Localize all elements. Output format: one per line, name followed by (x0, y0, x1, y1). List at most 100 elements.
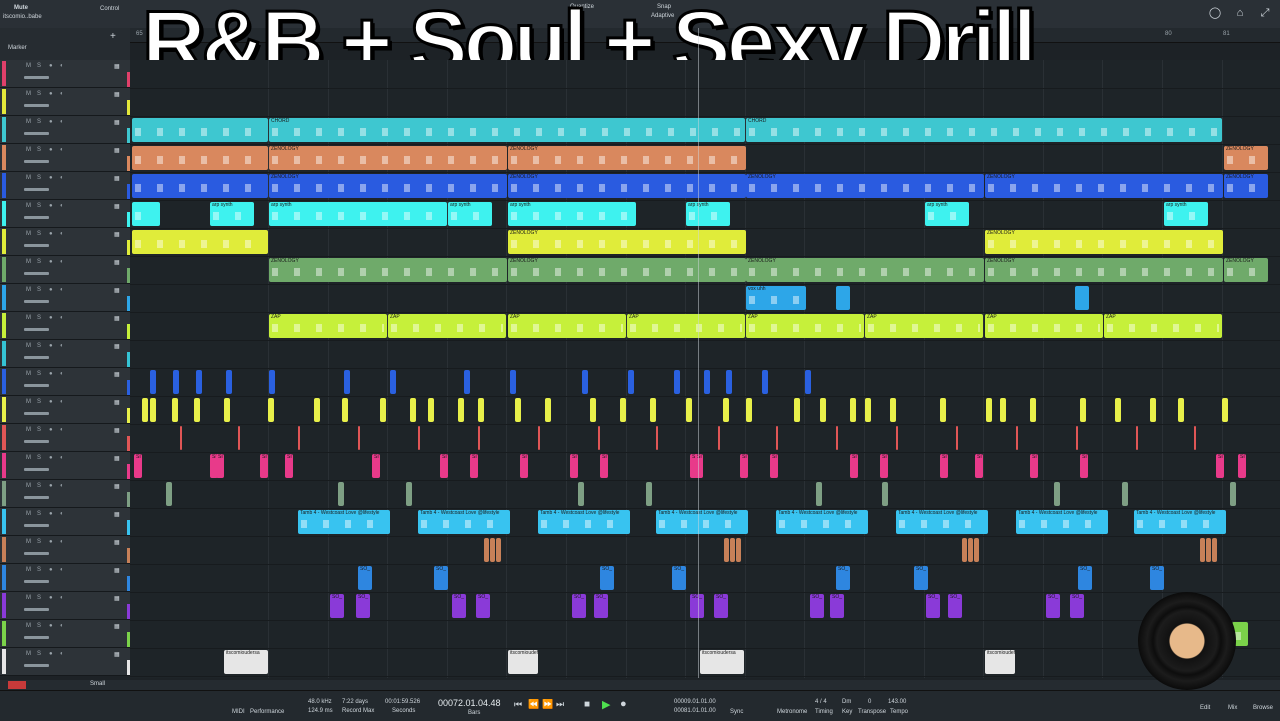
loop-end[interactable]: 00081.01.01.00 (674, 708, 716, 714)
clip[interactable]: SO_ (914, 566, 928, 590)
mute-button[interactable]: M (26, 203, 31, 209)
instrument-icon[interactable]: ▦ (114, 623, 120, 630)
track-lane[interactable] (130, 620, 1280, 649)
clip[interactable]: ZAP (865, 314, 983, 338)
track-lane[interactable] (130, 480, 1280, 509)
solo-button[interactable]: S (37, 623, 41, 629)
solo-button[interactable]: S (37, 315, 41, 321)
solo-button[interactable]: S (37, 91, 41, 97)
volume-fader[interactable] (24, 356, 49, 359)
instrument-icon[interactable]: ▦ (114, 63, 120, 70)
instrument-icon[interactable]: ▦ (114, 315, 120, 322)
record-arm-icon[interactable]: ● (49, 595, 53, 601)
clip[interactable]: SI (695, 454, 703, 478)
clip[interactable] (620, 398, 626, 422)
clip[interactable]: SO_ (926, 594, 940, 618)
monitor-icon[interactable]: ◐ (60, 623, 64, 629)
instrument-icon[interactable]: ▦ (114, 147, 120, 154)
clip[interactable]: SO_ (714, 594, 728, 618)
clip[interactable]: SI (260, 454, 268, 478)
track-lane[interactable] (130, 592, 1280, 621)
midi-record-button[interactable] (8, 681, 26, 689)
mute-button[interactable]: M (26, 287, 31, 293)
clip[interactable] (836, 426, 838, 450)
clip[interactable] (746, 398, 752, 422)
clip[interactable] (736, 538, 741, 562)
monitor-icon[interactable]: ◐ (60, 231, 64, 237)
track-header[interactable]: M S ● ◐ ▦ (0, 564, 130, 592)
track-lane[interactable] (130, 424, 1280, 453)
clip[interactable] (180, 426, 182, 450)
clip[interactable] (723, 398, 729, 422)
clip[interactable] (150, 370, 156, 394)
clip[interactable] (458, 398, 464, 422)
monitor-icon[interactable]: ◐ (60, 63, 64, 69)
solo-button[interactable]: S (37, 147, 41, 153)
mute-button[interactable]: M (26, 63, 31, 69)
monitor-icon[interactable]: ◐ (60, 119, 64, 125)
track-header[interactable]: M S ● ◐ ▦ (0, 60, 130, 88)
clip[interactable] (1136, 426, 1138, 450)
solo-button[interactable]: S (37, 455, 41, 461)
clip[interactable] (380, 398, 386, 422)
track-lane[interactable] (130, 452, 1280, 481)
instrument-icon[interactable]: ▦ (114, 91, 120, 98)
sync-label[interactable]: Sync (730, 709, 743, 715)
clip[interactable] (1080, 398, 1086, 422)
record-arm-icon[interactable]: ● (49, 567, 53, 573)
clip[interactable] (338, 482, 344, 506)
track-lane[interactable] (130, 60, 1280, 89)
position-display[interactable]: 00072.01.04.48 (438, 698, 501, 708)
record-arm-icon[interactable]: ● (49, 91, 53, 97)
clip[interactable]: arp synth (508, 202, 636, 226)
mute-button[interactable]: M (26, 623, 31, 629)
instrument-icon[interactable]: ▦ (114, 455, 120, 462)
track-header[interactable]: M S ● ◐ ▦ (0, 228, 130, 256)
record-arm-icon[interactable]: ● (49, 175, 53, 181)
timing-value[interactable]: 4 / 4 (815, 699, 827, 705)
mute-button[interactable]: M (26, 651, 31, 657)
clip[interactable] (515, 398, 521, 422)
volume-fader[interactable] (24, 104, 49, 107)
monitor-icon[interactable]: ◐ (60, 483, 64, 489)
track-header[interactable]: M S ● ◐ ▦ (0, 424, 130, 452)
end-icon[interactable]: ⏭ (556, 699, 564, 710)
mute-button[interactable]: M (26, 231, 31, 237)
instrument-icon[interactable]: ▦ (114, 595, 120, 602)
volume-fader[interactable] (24, 412, 49, 415)
clip[interactable] (704, 370, 710, 394)
record-arm-icon[interactable]: ● (49, 147, 53, 153)
clip[interactable] (538, 426, 540, 450)
clip[interactable] (794, 398, 800, 422)
volume-fader[interactable] (24, 468, 49, 471)
clip[interactable]: itscomioudersa (700, 650, 744, 674)
clip[interactable]: ZAP (388, 314, 506, 338)
clip[interactable] (226, 370, 232, 394)
track-header[interactable]: M S ● ◐ ▦ (0, 172, 130, 200)
instrument-icon[interactable]: ▦ (114, 231, 120, 238)
monitor-icon[interactable]: ◐ (60, 595, 64, 601)
mute-button[interactable]: M (26, 455, 31, 461)
transpose-value[interactable]: 0 (868, 699, 871, 705)
monitor-icon[interactable]: ◐ (60, 91, 64, 97)
solo-button[interactable]: S (37, 175, 41, 181)
monitor-icon[interactable]: ◐ (60, 511, 64, 517)
clip[interactable] (762, 370, 768, 394)
record-arm-icon[interactable]: ● (49, 427, 53, 433)
volume-fader[interactable] (24, 76, 49, 79)
clip[interactable] (956, 426, 958, 450)
clip[interactable]: SI (600, 454, 608, 478)
clip[interactable] (726, 370, 732, 394)
edit-button[interactable]: Edit (1200, 705, 1210, 711)
clip[interactable] (132, 146, 268, 170)
clip[interactable] (490, 538, 495, 562)
clip[interactable] (686, 398, 692, 422)
mute-button[interactable]: M (26, 595, 31, 601)
clip[interactable]: Tamb 4 - Westcoast Love @lifestyle (896, 510, 988, 534)
clip[interactable]: SO_ (1078, 566, 1092, 590)
clip[interactable]: ZENOLOGY (508, 230, 746, 254)
arrangement-view[interactable]: CHORD CHORD ZENOLOGY ZENOLOGY ZENOLOGY ZENOLO… (130, 60, 1280, 678)
record-arm-icon[interactable]: ● (49, 119, 53, 125)
key-value[interactable]: Dm (842, 699, 851, 705)
clip[interactable] (896, 426, 898, 450)
